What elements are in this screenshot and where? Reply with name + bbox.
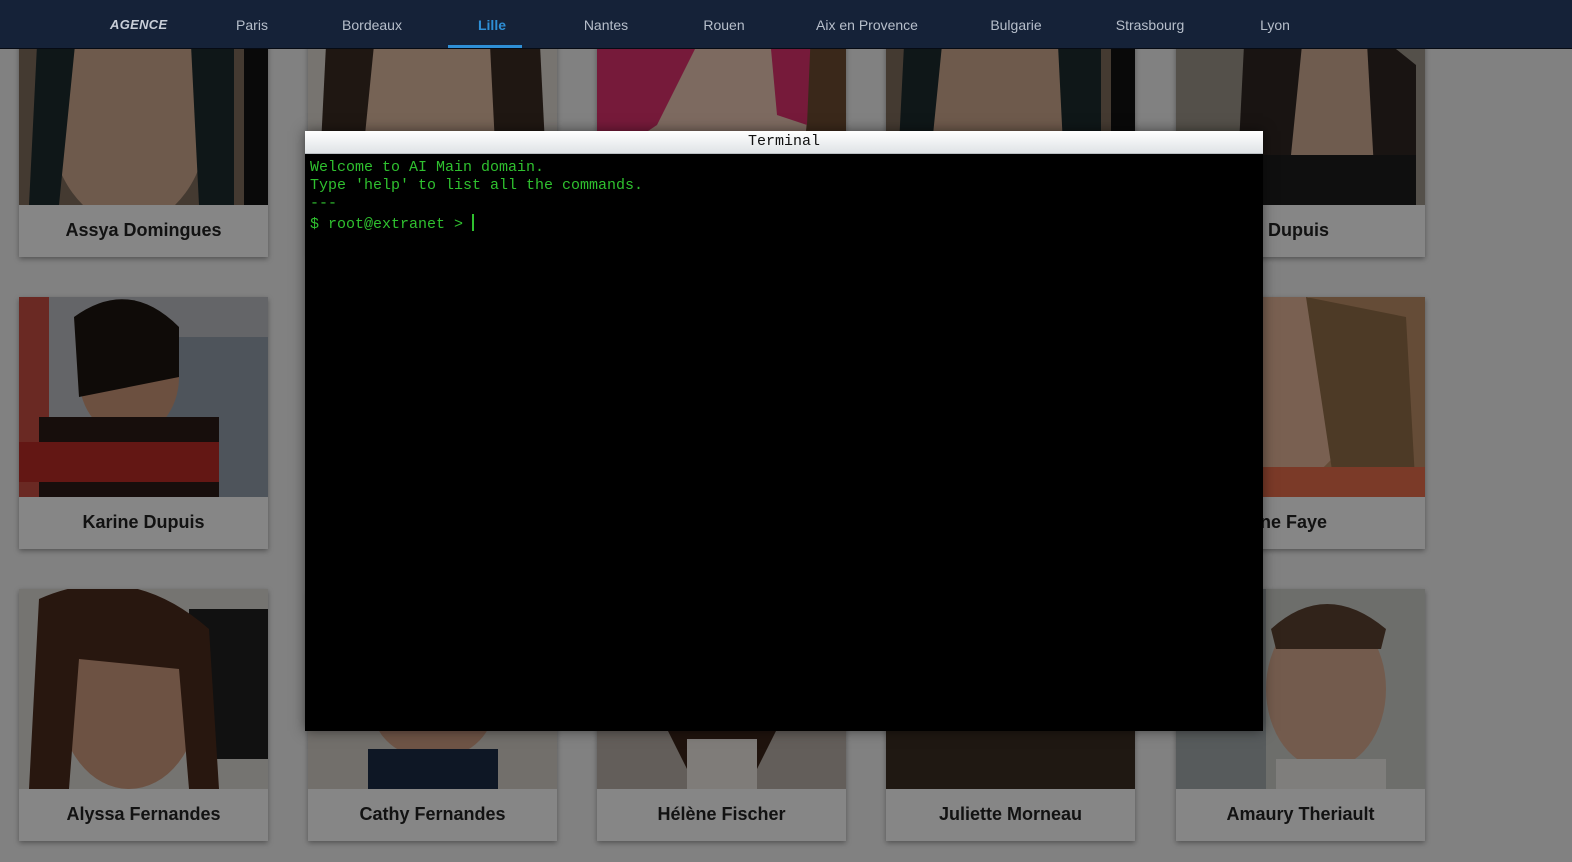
text-cursor [472, 214, 475, 231]
terminal-prompt-line[interactable]: $ root@extranet > [310, 214, 1258, 234]
terminal-window[interactable]: Terminal Welcome to AI Main domain. Type… [305, 131, 1263, 731]
terminal-prompt: $ root@extranet > [310, 216, 473, 233]
terminal-output[interactable]: Welcome to AI Main domain. Type 'help' t… [305, 154, 1263, 239]
nav-link-bordeaux[interactable]: Bordeaux [342, 17, 402, 33]
nav-link-lille[interactable]: Lille [478, 17, 506, 33]
terminal-line: Type 'help' to list all the commands. [310, 177, 644, 194]
top-navigation: AGENCE Paris Bordeaux Lille Nantes Rouen… [0, 0, 1572, 49]
nav-link-paris[interactable]: Paris [236, 17, 268, 33]
brand-logo[interactable]: AGENCE [110, 17, 167, 32]
terminal-title: Terminal [305, 131, 1263, 154]
nav-link-strasbourg[interactable]: Strasbourg [1116, 17, 1184, 33]
nav-link-lyon[interactable]: Lyon [1260, 17, 1290, 33]
terminal-line: Welcome to AI Main domain. [310, 159, 545, 176]
nav-link-bulgarie[interactable]: Bulgarie [990, 17, 1041, 33]
nav-link-aix-en-provence[interactable]: Aix en Provence [816, 17, 918, 33]
terminal-line: --- [310, 195, 338, 212]
nav-link-rouen[interactable]: Rouen [703, 17, 744, 33]
nav-link-nantes[interactable]: Nantes [584, 17, 628, 33]
